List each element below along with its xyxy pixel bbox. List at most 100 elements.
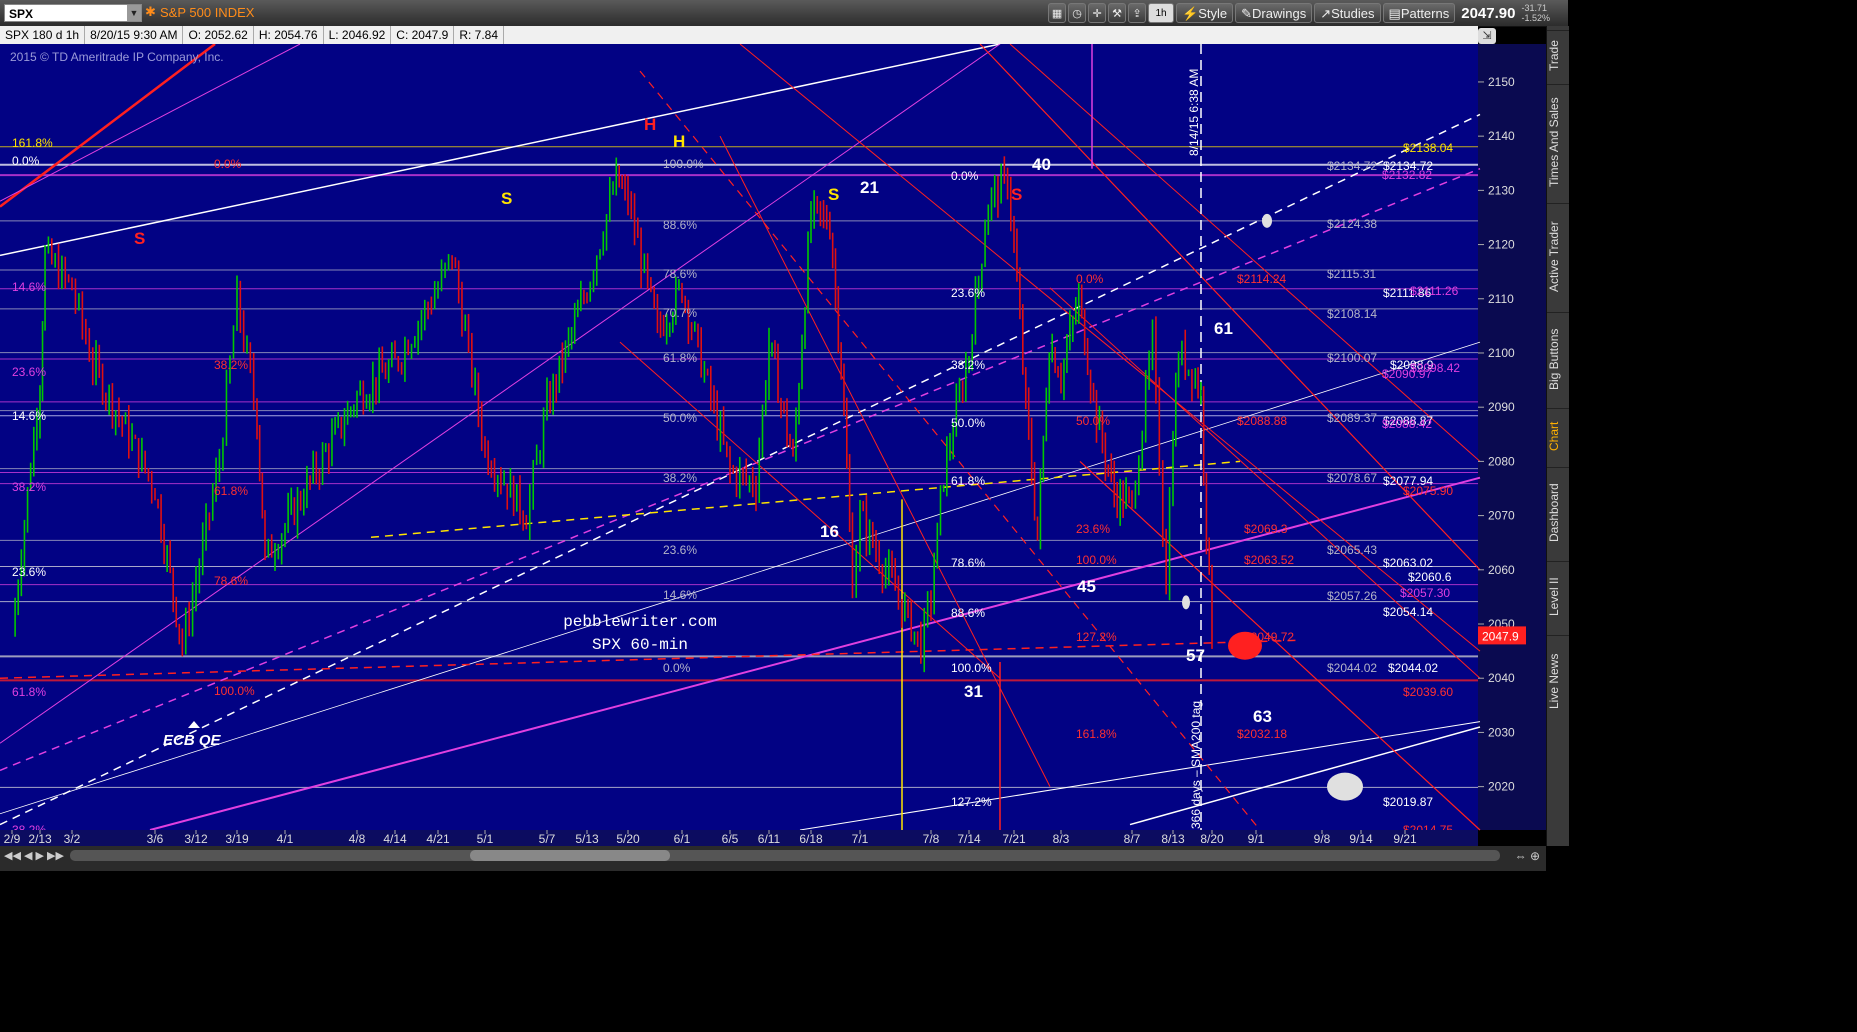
price-label-red: $2039.60 <box>1403 685 1453 699</box>
expand-icon[interactable]: ⇲ <box>1478 28 1496 44</box>
patterns-label: Patterns <box>1400 6 1450 21</box>
clock-icon[interactable]: ◷ <box>1068 3 1087 23</box>
chart-scrollbar[interactable] <box>70 850 1500 861</box>
interval-button[interactable]: 1h <box>1148 3 1175 23</box>
y-axis-label: 2120 <box>1488 238 1515 252</box>
price-label-white: $2054.14 <box>1383 605 1433 619</box>
fib-label-left: 0.0% <box>12 154 40 168</box>
pattern-label: S <box>1011 185 1022 204</box>
zoom-icon[interactable]: ⇔ ⊕ <box>1515 849 1540 863</box>
y-axis-label: 2150 <box>1488 75 1515 89</box>
sidebar-tab-level-ii[interactable]: Level II <box>1547 561 1569 632</box>
x-axis-label: 5/1 <box>477 832 494 846</box>
x-axis-label: 9/8 <box>1314 832 1331 846</box>
wrench-icon[interactable]: ⚒ <box>1108 3 1127 23</box>
style-icon: ⚡ <box>1182 6 1199 21</box>
price-label-magenta: $2111.26 <box>1410 284 1459 298</box>
y-axis-label: 2090 <box>1488 400 1515 414</box>
sidebar-tab-active-trader[interactable]: Active Trader <box>1547 203 1569 309</box>
sidebar-tab-live-news[interactable]: Live News <box>1547 635 1569 726</box>
chart-subtitle: SPX 60-min <box>592 636 688 654</box>
pattern-label: S <box>134 229 145 248</box>
fib-label-mid: 38.2% <box>214 358 248 372</box>
drawings-button[interactable]: ✎Drawings <box>1235 3 1313 23</box>
price-label-gray: $2044.02 <box>1327 661 1377 675</box>
fib-label-red: 0.0% <box>1076 272 1104 286</box>
x-axis-label: 6/5 <box>722 832 739 846</box>
fib-label-gray: 100.0% <box>663 157 704 171</box>
price-label-red: $2075.90 <box>1403 484 1453 498</box>
settings-gear-icon[interactable]: ✱ <box>145 4 156 20</box>
x-axis-label: 9/14 <box>1349 832 1373 846</box>
y-axis-label: 2060 <box>1488 563 1515 577</box>
price-label-yellow: $2138.04 <box>1403 141 1453 155</box>
x-axis-label: 3/19 <box>225 832 249 846</box>
fib-label-gray: 88.6% <box>663 218 697 232</box>
style-button[interactable]: ⚡Style <box>1176 3 1234 23</box>
x-axis-label: 3/12 <box>184 832 208 846</box>
sidebar-tab-chart[interactable]: Chart <box>1547 408 1569 464</box>
scroll-arrows-icon[interactable]: ◀◀ ◀ ▶ ▶▶ <box>4 849 64 862</box>
sidebar-tab-big-buttons[interactable]: Big Buttons <box>1547 312 1569 405</box>
fib-label-red: 127.2% <box>1076 630 1117 644</box>
fib-label-right: 78.6% <box>951 556 985 570</box>
fib-label-right: 127.2% <box>951 795 992 809</box>
top-toolbar: SPX ▼ ✱ S&P 500 INDEX ▦ ◷ ✛ ⚒ ⇪ 1h ⚡Styl… <box>0 0 1568 27</box>
fib-label-left: 23.6% <box>12 365 46 379</box>
pattern-label: H <box>673 132 685 151</box>
sidebar-tab-times-and-sales[interactable]: Times And Sales <box>1547 84 1569 200</box>
pattern-label: 45 <box>1077 577 1096 596</box>
price-label-gray: $2078.67 <box>1327 471 1377 485</box>
x-axis-label: 2/13 <box>28 832 52 846</box>
fib-label-right: 61.8% <box>951 474 985 488</box>
studies-icon: ↗ <box>1320 6 1332 21</box>
sidebar-tab-dashboard[interactable]: Dashboard <box>1547 467 1569 558</box>
right-sidebar: Trade Times And Sales Active Trader Big But… <box>1546 26 1569 846</box>
pattern-label: S <box>501 189 512 208</box>
price-label-gray: $2100.07 <box>1327 351 1377 365</box>
x-axis-label: 8/20 <box>1200 832 1224 846</box>
grid-icon[interactable]: ▦ <box>1048 3 1067 23</box>
y-axis-label: 2040 <box>1488 671 1515 685</box>
crosshair-icon[interactable]: ✛ <box>1088 3 1107 23</box>
pencil-icon: ✎ <box>1241 6 1253 21</box>
fib-label-gray: 0.0% <box>663 661 691 675</box>
price-label-magenta: $2088.42 <box>1382 417 1432 431</box>
small-marker <box>1262 213 1272 228</box>
change-value: -31.71 <box>1521 3 1547 13</box>
price-label-gray: $2065.43 <box>1327 543 1377 557</box>
sidebar-tab-trade[interactable]: Trade <box>1547 30 1569 81</box>
scrollbar-thumb[interactable] <box>470 850 670 861</box>
price-label-gray: $2134.72 <box>1327 159 1377 173</box>
x-axis-label: 8/13 <box>1161 832 1185 846</box>
price-label-red: $2088.88 <box>1237 414 1287 428</box>
studies-button[interactable]: ↗Studies <box>1314 3 1381 23</box>
fib-label-mid: 78.6% <box>214 574 248 588</box>
price-chart[interactable]: 161.8% 0.0% 14.6% 23.6% 14.6% 38.2% 23.6% 61.8%… <box>0 44 1546 846</box>
copyright-notice: 2015 © TD Ameritrade IP Company, Inc. <box>10 50 224 64</box>
x-axis-label: 2/9 <box>4 832 21 846</box>
symbol-dropdown-icon[interactable]: ▼ <box>127 5 141 21</box>
change-block: -31.71 -1.52% <box>1521 3 1568 23</box>
bar-low: L: 2046.92 <box>324 26 392 44</box>
y-axis-label: 2080 <box>1488 454 1515 468</box>
toolbar-right: ▦ ◷ ✛ ⚒ ⇪ 1h ⚡Style ✎Drawings ↗Studies ▤… <box>1048 0 1568 26</box>
price-label-red: $2032.18 <box>1237 727 1287 741</box>
price-label-gray: $2115.31 <box>1327 267 1376 281</box>
fib-label-red: 100.0% <box>1076 553 1117 567</box>
chart-descriptor[interactable]: SPX 180 d 1h <box>0 26 86 44</box>
price-label-red: $2063.52 <box>1244 553 1294 567</box>
x-axis-label: 6/1 <box>674 832 691 846</box>
chart-title: pebblewriter.com <box>563 613 717 631</box>
fib-label-mid: 61.8% <box>214 484 248 498</box>
symbol-input[interactable]: SPX ▼ <box>4 4 142 22</box>
index-title: S&P 500 INDEX <box>160 5 255 20</box>
fib-label-gray: 38.2% <box>663 471 697 485</box>
fib-label-gray: 23.6% <box>663 543 697 557</box>
patterns-button[interactable]: ▤Patterns <box>1382 3 1456 23</box>
share-icon[interactable]: ⇪ <box>1128 3 1147 23</box>
fib-label-right: 88.6% <box>951 606 985 620</box>
fib-label-gray: 14.6% <box>663 588 697 602</box>
price-label-magenta: $2098.42 <box>1410 361 1460 375</box>
x-axis-label: 4/1 <box>277 832 294 846</box>
